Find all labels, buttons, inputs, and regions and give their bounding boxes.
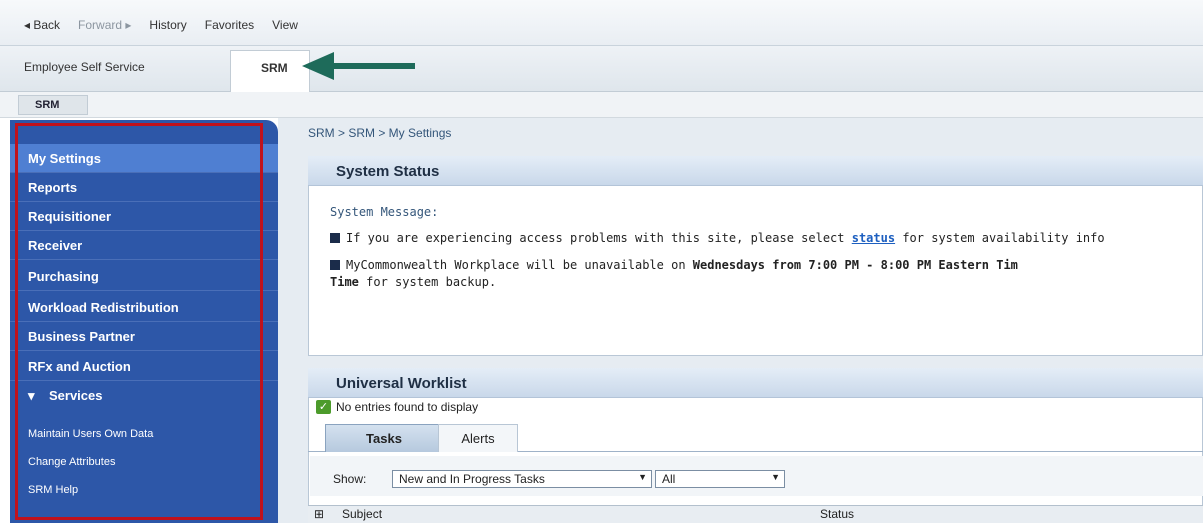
task-filter-value: New and In Progress Tasks [399,472,545,486]
breadcrumb: SRM > SRM > My Settings [308,126,452,140]
no-entries-text: No entries found to display [336,400,479,414]
message-text: If you are experiencing access problems … [346,231,852,245]
system-message-line-2: MyCommonwealth Workplace will be unavail… [330,258,1018,272]
message-bold-text: Time [330,275,359,289]
pointer-arrow-icon [302,52,415,80]
message-bold-text: Wednesdays from 7:00 PM - 8:00 PM Easter… [692,258,1018,272]
message-text: for system backup. [358,275,497,289]
subtab-srm[interactable]: SRM [18,95,88,115]
status-link[interactable]: status [852,231,895,245]
worklist-table-header [308,505,1203,523]
system-message-line-3: Time for system backup. [330,275,496,289]
message-text: MyCommonwealth Workplace will be unavail… [346,258,693,272]
history-menu[interactable]: History [149,18,186,32]
column-subject[interactable]: Subject [342,507,382,521]
task-filter-select[interactable]: New and In Progress Tasks ▼ [392,470,652,488]
show-label: Show: [333,472,367,486]
tab-alerts[interactable]: Alerts [438,424,518,452]
sub-tab-bar [0,92,1203,118]
tab-employee-self-service[interactable]: Employee Self Service [24,60,145,74]
dropdown-arrow-icon: ▼ [771,472,780,482]
view-menu[interactable]: View [272,18,298,32]
message-text: for system availability info [895,231,1105,245]
column-settings-icon[interactable]: ⊞ [314,507,324,521]
system-status-panel [308,156,1203,356]
tab-tasks[interactable]: Tasks [325,424,443,452]
column-status[interactable]: Status [820,507,854,521]
category-filter-select[interactable]: All ▼ [655,470,785,488]
checkmark-icon: ✓ [316,400,331,414]
favorites-menu[interactable]: Favorites [205,18,254,32]
dropdown-arrow-icon: ▼ [638,472,647,482]
bullet-icon [330,260,340,270]
browser-nav: ◂ Back Forward ▸ History Favorites View [24,18,298,32]
bullet-icon [330,233,340,243]
system-message-label: System Message: [330,205,439,219]
forward-button[interactable]: Forward ▸ [78,18,131,32]
portal-tabs-row [0,46,1203,92]
system-message-line-1: If you are experiencing access problems … [330,231,1105,245]
back-button[interactable]: ◂ Back [24,18,60,32]
tab-srm[interactable]: SRM [230,50,310,92]
universal-worklist-title: Universal Worklist [308,368,1203,398]
no-entries-message: ✓ No entries found to display [316,400,478,414]
system-status-title: System Status [308,156,1203,186]
category-filter-value: All [662,472,676,486]
highlight-box [15,123,263,520]
